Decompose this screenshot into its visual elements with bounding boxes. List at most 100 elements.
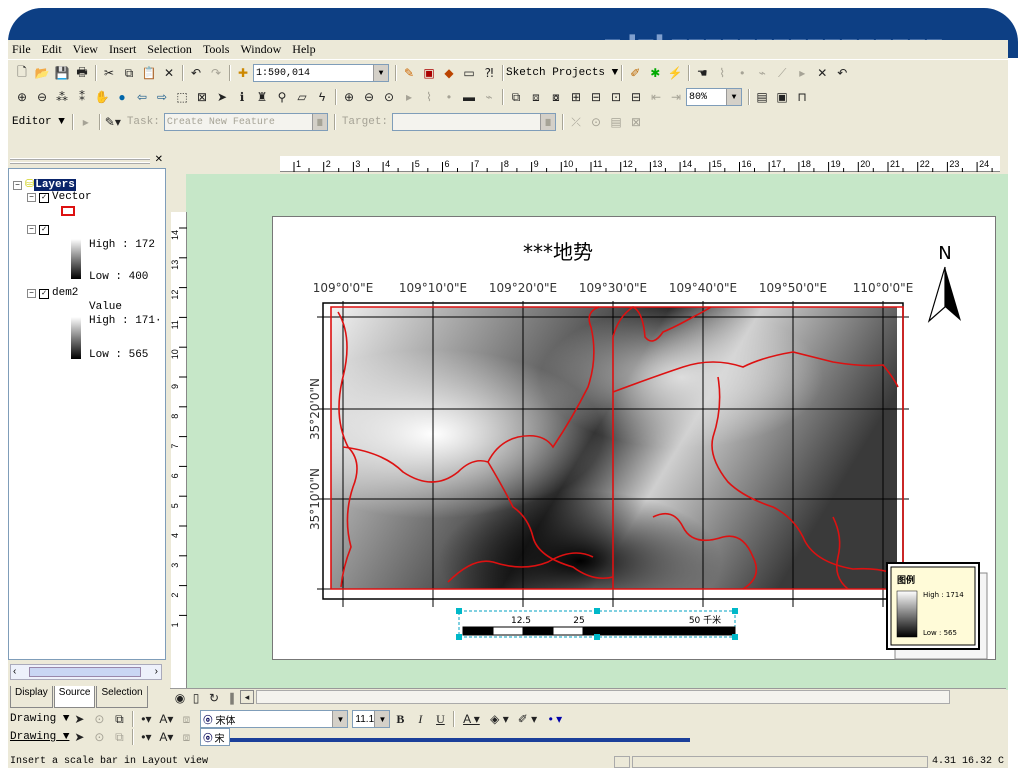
vector-layer[interactable]: − ✓ Vector	[27, 191, 92, 203]
font-combo-2[interactable]: ⓞ 宋	[200, 728, 231, 746]
add-data-icon[interactable]: ✚	[233, 64, 253, 82]
select-features-icon[interactable]: ⬚	[172, 88, 192, 106]
paste-icon[interactable]: 📋	[139, 64, 159, 82]
sketch-tool-icon[interactable]: ⚡	[665, 64, 685, 82]
menu-view[interactable]: View	[73, 42, 98, 57]
target-combo[interactable]: ▆	[392, 113, 557, 131]
hyperlink-icon[interactable]: ϟ	[312, 88, 332, 106]
layout-point-icon[interactable]: •	[439, 88, 459, 106]
zoom-out-icon[interactable]: ⊖	[32, 88, 52, 106]
delete-icon[interactable]: ✕	[159, 64, 179, 82]
measure-icon[interactable]: ⏥	[292, 88, 312, 106]
zoom-in-icon[interactable]: ⊕	[12, 88, 32, 106]
save-icon[interactable]: 💾	[52, 64, 72, 82]
sketch-c-icon[interactable]: ⟋	[772, 64, 792, 82]
menu-help[interactable]: Help	[292, 42, 315, 57]
menu-edit[interactable]: Edit	[42, 42, 62, 57]
map-frame[interactable]: ***地势 109°0'0"E 109°10'0"E 109°20'0"E 109°30…	[273, 217, 997, 661]
split-icon[interactable]: ⤫	[566, 113, 586, 131]
full-extent-icon[interactable]: ●	[112, 88, 132, 106]
find-icon[interactable]: ♜	[252, 88, 272, 106]
draw-rotate-icon[interactable]: ⊙	[89, 710, 109, 728]
toc-hscrollbar[interactable]: ‹ ›	[10, 664, 162, 680]
menu-insert[interactable]: Insert	[109, 42, 136, 57]
task-combo[interactable]: Create New Feature ▆	[163, 113, 328, 131]
toc-close-icon[interactable]: ✕	[155, 154, 163, 165]
toggle-draft-icon[interactable]: ⊡	[606, 88, 626, 106]
layout-view-icon[interactable]: ▯	[188, 689, 204, 707]
editor-toolbar-icon[interactable]: ✎	[399, 64, 419, 82]
layout-zoom-icon[interactable]: ⊙	[379, 88, 399, 106]
font-size-combo[interactable]: 11.1 ▼	[352, 710, 391, 728]
draw-select-icon[interactable]: ➤	[69, 710, 89, 728]
dem-layer[interactable]: − ✓ dem2	[27, 287, 78, 299]
layers-node[interactable]: − ⛁Layers	[13, 177, 76, 191]
open-icon[interactable]: 📂	[32, 64, 52, 82]
zoom-whole-page-icon[interactable]: ⧉	[506, 88, 526, 106]
whats-this-icon[interactable]: ⁈	[479, 64, 499, 82]
fixed-out-icon[interactable]: ⊟	[586, 88, 606, 106]
undo2-icon[interactable]: ↶	[832, 64, 852, 82]
menu-file[interactable]: File	[12, 42, 31, 57]
bold-icon[interactable]: B	[390, 710, 410, 728]
draw-rotate-icon-2[interactable]: ⊙	[89, 728, 109, 746]
attributes-icon[interactable]: ▤	[606, 113, 626, 131]
sketch-tool-pencil-icon[interactable]: ✎▾	[103, 113, 123, 131]
marker-color-icon[interactable]: • ▾	[541, 710, 569, 728]
menu-selection[interactable]: Selection	[147, 42, 192, 57]
hand-icon[interactable]: ☚	[692, 64, 712, 82]
draw-shape-icon[interactable]: •▾	[136, 710, 156, 728]
rotate-icon[interactable]: ⊙	[586, 113, 606, 131]
sketch-star-icon[interactable]: ✱	[645, 64, 665, 82]
clear-selection-icon[interactable]: ⊠	[192, 88, 212, 106]
layout-zoom-out-icon[interactable]: ⊖	[359, 88, 379, 106]
layout-lock-icon[interactable]: ⊓	[792, 88, 812, 106]
font-combo[interactable]: ⓞ 宋体 ▼	[200, 710, 349, 728]
fixed-in-icon[interactable]: ⊞	[566, 88, 586, 106]
refresh-icon[interactable]: ↻	[206, 689, 222, 707]
select-elements-icon[interactable]: ➤	[212, 88, 232, 106]
layout-zoom-in-icon[interactable]: ⊕	[339, 88, 359, 106]
layout-arrow-icon[interactable]: ▸	[399, 88, 419, 106]
edit-tool-icon[interactable]: ▸	[76, 113, 96, 131]
draw-shape-icon-2[interactable]: •▾	[136, 728, 156, 746]
menu-tools[interactable]: Tools	[203, 42, 230, 57]
scroll-right-icon[interactable]: ›	[155, 666, 158, 677]
map-scale-combo[interactable]: 1:590,014 ▼	[253, 64, 389, 82]
print-icon[interactable]: 🖶	[72, 64, 92, 82]
draw-zoom-icon-2[interactable]: ⧉	[109, 728, 129, 746]
draw-select-icon-2[interactable]: ➤	[69, 728, 89, 746]
arccatalog-icon[interactable]: ◆	[439, 64, 459, 82]
arrow-right-icon[interactable]: ▸	[792, 64, 812, 82]
copy-icon[interactable]: ⧉	[119, 64, 139, 82]
draw-zoom-icon[interactable]: ⧉	[109, 710, 129, 728]
focus-frame-icon[interactable]: ⊟	[626, 88, 646, 106]
undo-icon[interactable]: ↶	[186, 64, 206, 82]
sketch-props-icon[interactable]: ⊠	[626, 113, 646, 131]
editor-menu[interactable]: Editor ▼	[12, 116, 65, 128]
fixed-zoom-in-icon[interactable]: ⁂	[52, 88, 72, 106]
back-icon[interactable]: ⇦	[132, 88, 152, 106]
draw-text-icon-2[interactable]: A▾	[156, 728, 176, 746]
layout-frame-icon[interactable]: ▣	[772, 88, 792, 106]
sketch-a-icon[interactable]: ⌇	[712, 64, 732, 82]
change-layout-icon[interactable]: ⇤	[646, 88, 666, 106]
font-color-icon[interactable]: A ▾	[457, 710, 485, 728]
layout-hscroll[interactable]	[256, 690, 950, 704]
scroll-left-icon[interactable]: ‹	[13, 666, 16, 677]
line-color-icon[interactable]: ✐ ▾	[513, 710, 541, 728]
zoom-100-icon[interactable]: ⧇	[546, 88, 566, 106]
layout-a-icon[interactable]: ⌇	[419, 88, 439, 106]
pan-icon[interactable]: ✋	[92, 88, 112, 106]
forward-icon[interactable]: ⇨	[152, 88, 172, 106]
redo-icon[interactable]: ↷	[206, 64, 226, 82]
zoom-page-icon[interactable]: ⧈	[526, 88, 546, 106]
sketch-pencil-icon[interactable]: ✐	[625, 64, 645, 82]
command-line-icon[interactable]: ▭	[459, 64, 479, 82]
hscroll-left-icon[interactable]: ◂	[240, 690, 254, 704]
fill-color-icon[interactable]: ◈ ▾	[485, 710, 513, 728]
layout-zoom-combo[interactable]: 80% ▼	[686, 88, 742, 106]
drawing-menu-2[interactable]: Drawing ▼	[10, 731, 69, 743]
sketch-b-icon[interactable]: ⌁	[752, 64, 772, 82]
new-icon[interactable]: 🗋	[12, 64, 32, 82]
